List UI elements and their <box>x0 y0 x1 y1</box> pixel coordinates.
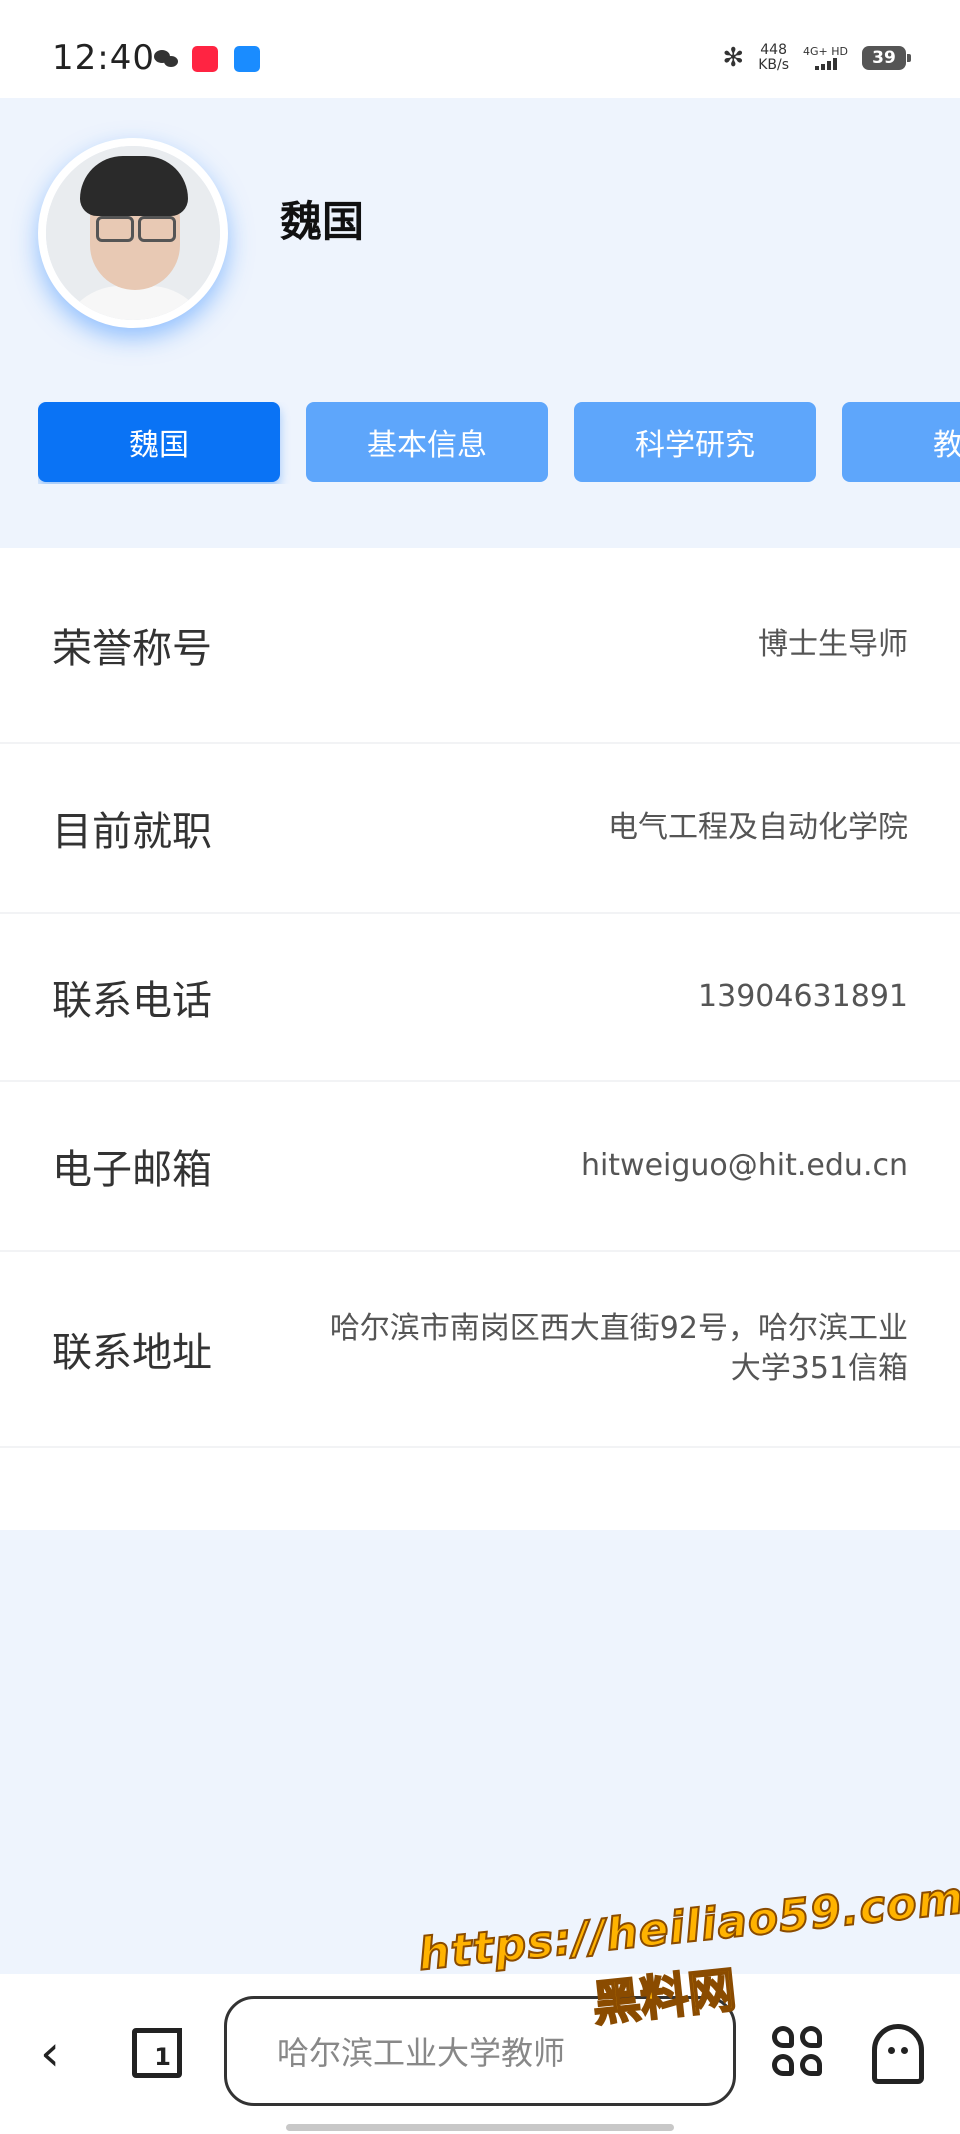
signal-icon: 4G+ HD <box>803 46 848 70</box>
row-value-honor: 博士生导师 <box>758 627 908 662</box>
info-list: 荣誉称号 博士生导师 目前就职 电气工程及自动化学院 联系电话 13904631… <box>0 548 960 1530</box>
avatar <box>38 138 228 328</box>
bluetooth-icon: ✻ <box>722 43 745 73</box>
tab-profile[interactable]: 魏国 <box>38 402 280 482</box>
status-time: 12:40 <box>52 38 155 78</box>
apps-grid-icon[interactable] <box>772 2026 826 2080</box>
tabs-icon[interactable]: 1 <box>132 2028 182 2078</box>
home-indicator[interactable] <box>286 2124 674 2131</box>
profile-name: 魏国 <box>280 197 365 246</box>
list-item: 联系电话 13904631891 <box>0 914 960 1082</box>
profile-header: 魏国 魏国 基本信息 科学研究 教育 <box>0 98 960 548</box>
back-icon[interactable]: ‹ <box>40 2028 60 2078</box>
tab-basic-info[interactable]: 基本信息 <box>306 402 548 482</box>
row-label-honor: 荣誉称号 <box>52 626 212 672</box>
status-bar: 12:40 ✻ 448 KB/s 4G+ HD 39 <box>0 0 960 98</box>
network-speed: 448 KB/s <box>758 43 789 73</box>
row-value-phone[interactable]: 13904631891 <box>698 977 908 1017</box>
watermark-url: https://heiliao59.com <box>415 1872 960 1982</box>
network-type: 4G+ HD <box>803 45 848 58</box>
row-label-email: 电子邮箱 <box>52 1147 212 1193</box>
tab-bar: 魏国 基本信息 科学研究 教育 <box>38 402 960 484</box>
status-indicators: ✻ 448 KB/s 4G+ HD 39 <box>722 40 911 76</box>
app-notification-icon <box>192 46 218 72</box>
row-value-address: 哈尔滨市南岗区西大直街92号，哈尔滨工业大学351信箱 <box>329 1311 908 1386</box>
row-value-email[interactable]: hitweiguo@hit.edu.cn <box>581 1146 908 1186</box>
browser-toolbar: ‹ 1 哈尔滨工业大学教师 <box>0 1974 960 2134</box>
row-value-position: 电气工程及自动化学院 <box>608 810 908 845</box>
list-item: 荣誉称号 博士生导师 <box>0 548 960 744</box>
row-label-address: 联系地址 <box>52 1330 212 1376</box>
assistant-icon[interactable] <box>872 2024 924 2084</box>
list-item: 联系地址 哈尔滨市南岗区西大直街92号，哈尔滨工业大学351信箱 <box>0 1252 960 1448</box>
list-item: 目前就职 电气工程及自动化学院 <box>0 744 960 914</box>
wechat-notification-icon <box>154 48 180 70</box>
network-speed-unit: KB/s <box>758 57 790 73</box>
tab-education[interactable]: 教育 <box>842 402 960 482</box>
search-input[interactable]: 哈尔滨工业大学教师 <box>224 1996 736 2106</box>
app-notification-icon <box>234 46 260 72</box>
battery-icon: 39 <box>862 46 911 70</box>
row-label-position: 目前就职 <box>52 809 212 855</box>
list-item: 电子邮箱 hitweiguo@hit.edu.cn <box>0 1082 960 1252</box>
network-speed-value: 448 <box>760 42 787 58</box>
tab-research[interactable]: 科学研究 <box>574 402 816 482</box>
row-label-phone: 联系电话 <box>52 978 212 1024</box>
